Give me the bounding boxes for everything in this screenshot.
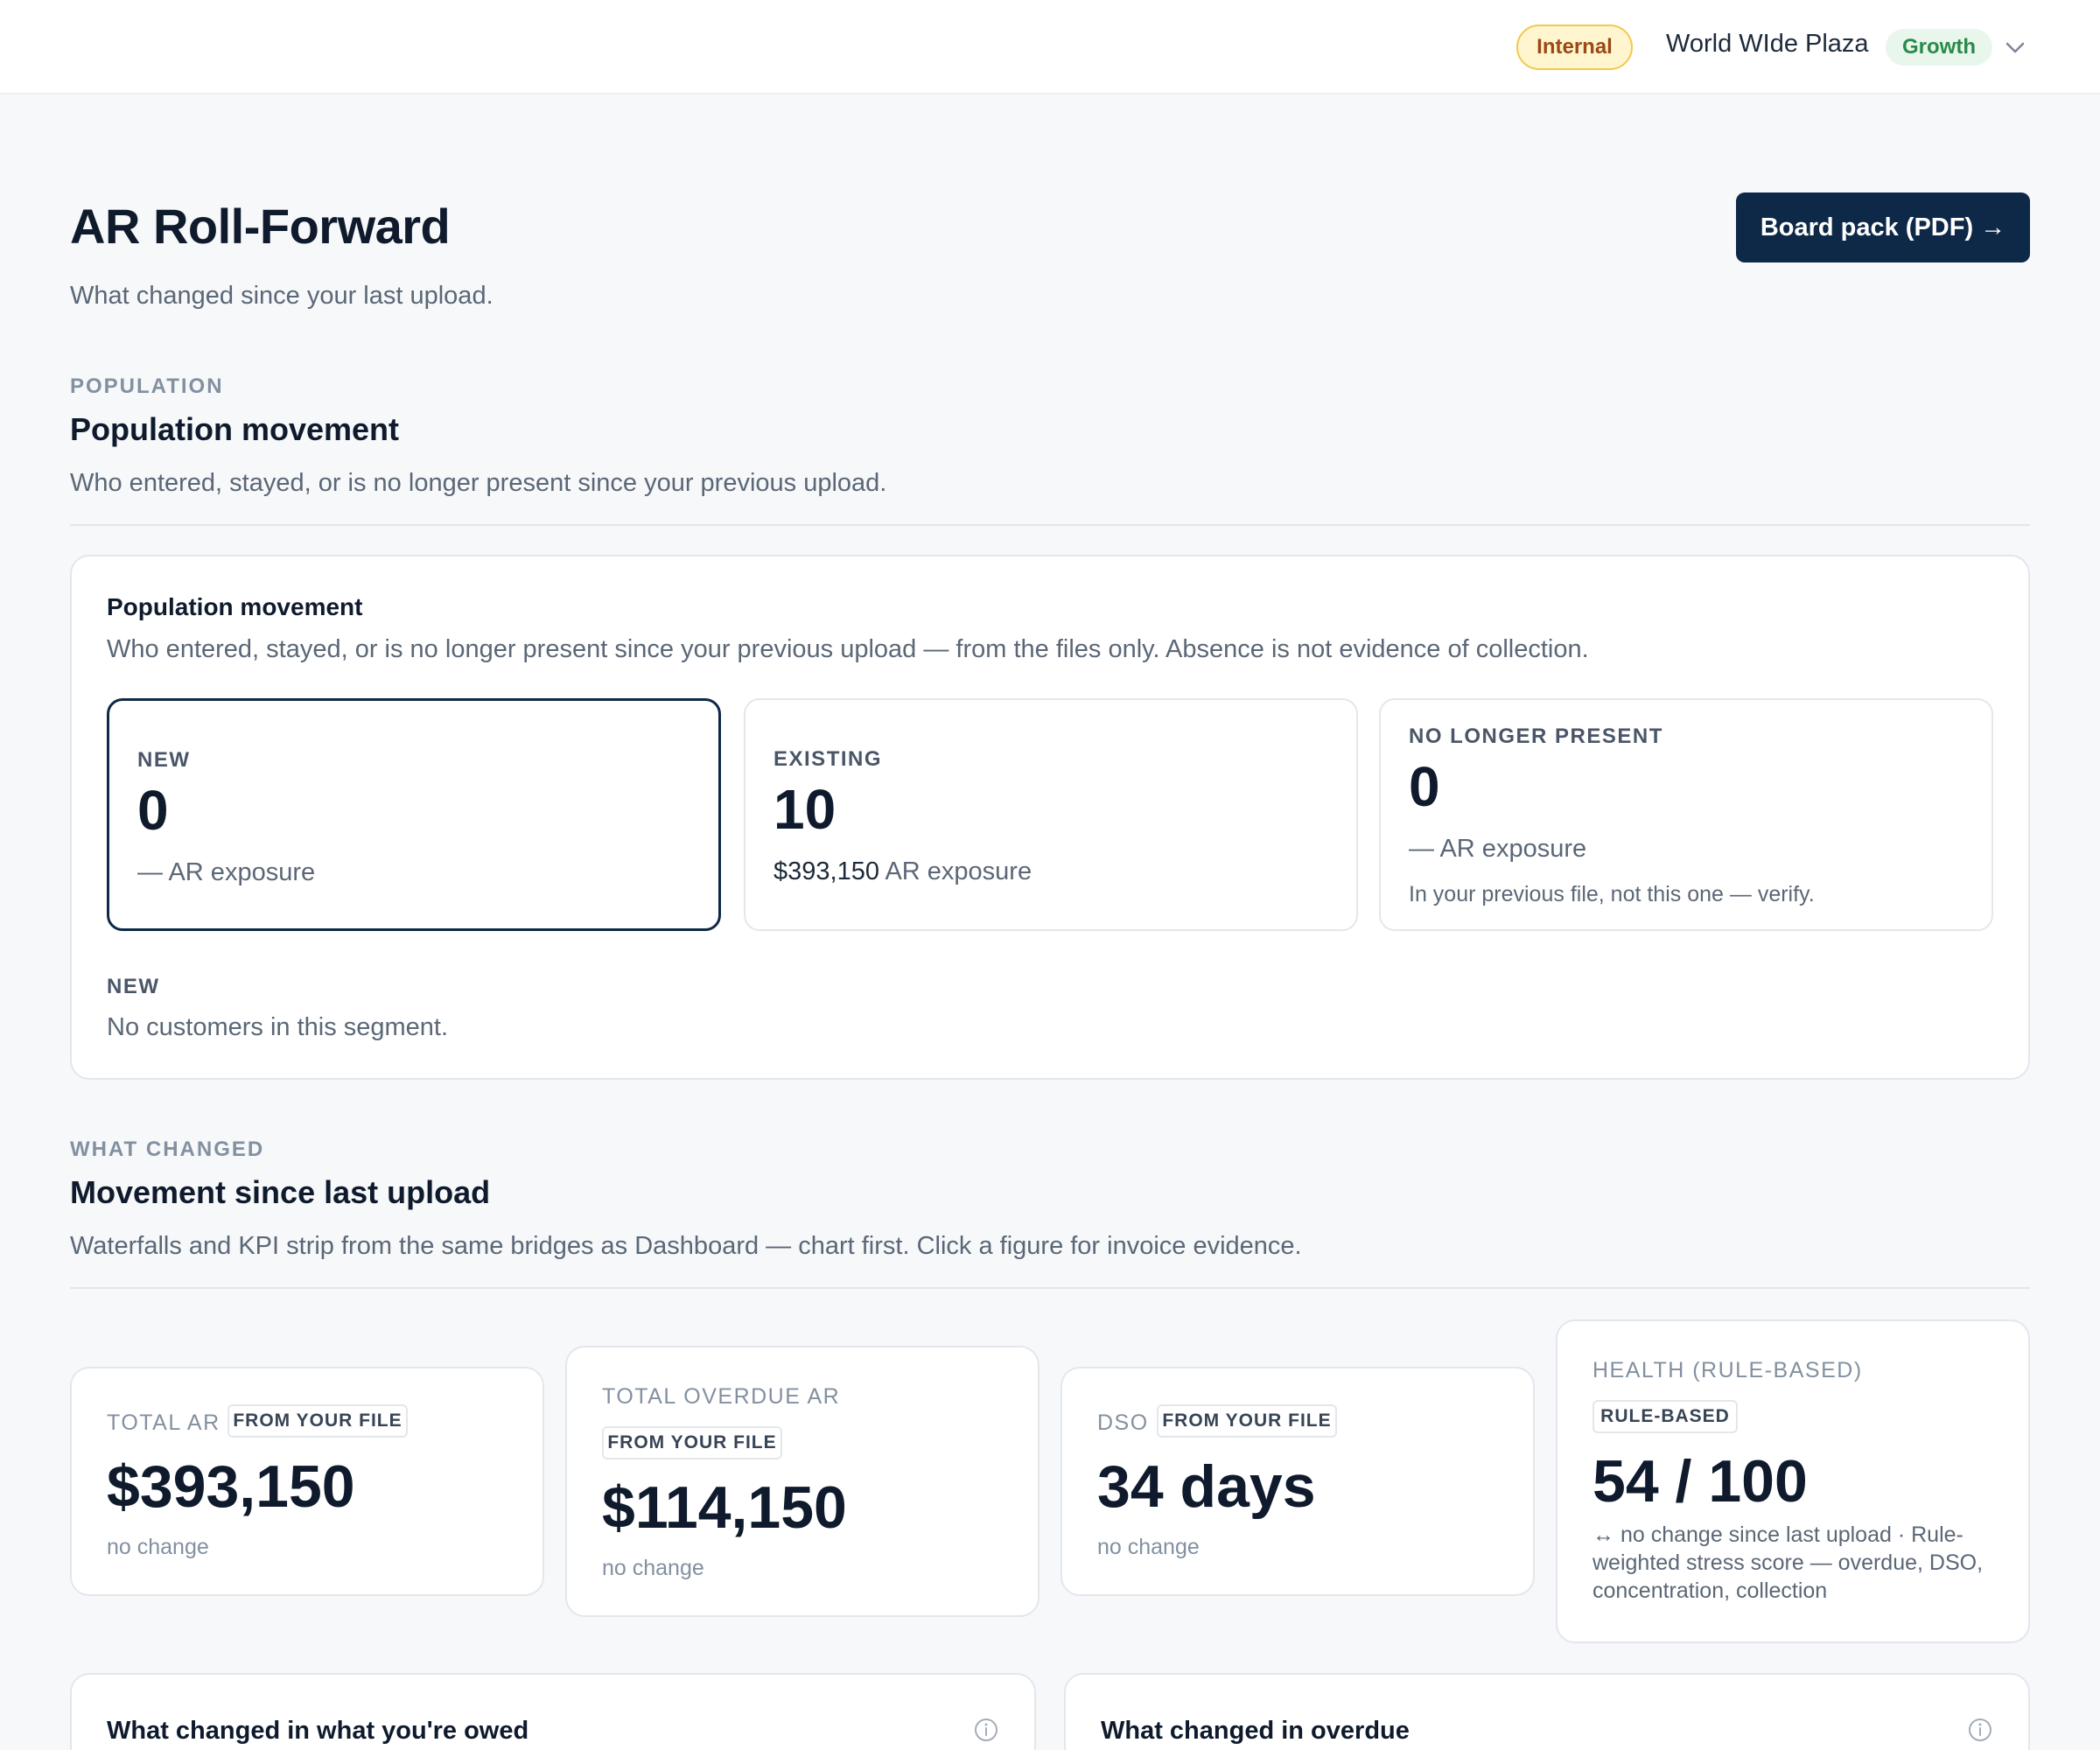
kpi-overdue-ar[interactable]: TOTAL OVERDUE AR FROM YOUR FILE $114,150… <box>565 1346 1040 1617</box>
kpi-total-ar-value[interactable]: $393,150 <box>107 1452 355 1521</box>
tile-gone-label: NO LONGER PRESENT <box>1409 724 1663 748</box>
tile-gone-note: In your previous file, not this one — ve… <box>1409 882 1815 906</box>
tile-gone-exposure: — AR exposure <box>1409 835 1586 864</box>
kpi-total-ar-tag: FROM YOUR FILE <box>228 1404 408 1438</box>
tile-new-exposure: — AR exposure <box>137 858 315 887</box>
section-divider <box>70 1287 2030 1289</box>
kpi-dso[interactable]: DSO FROM YOUR FILE 34 days no change <box>1060 1367 1535 1596</box>
population-card: Population movement Who entered, stayed,… <box>70 555 2030 1080</box>
owed-change-title: What changed in what you're owed <box>107 1717 529 1745</box>
top-bar: Internal World WIde Plaza Growth <box>0 0 2100 94</box>
segment-label: NEW <box>107 975 160 998</box>
tile-existing[interactable]: EXISTING 10 $393,150 AR exposure <box>744 698 1358 931</box>
page-subtitle: What changed since your last upload. <box>70 282 494 310</box>
population-section-title: Population movement <box>70 411 400 447</box>
tile-existing-count: 10 <box>774 778 836 841</box>
changes-eyebrow: WHAT CHANGED <box>70 1138 265 1161</box>
tile-new-count: 0 <box>137 779 169 842</box>
plan-badge: Growth <box>1886 29 1992 66</box>
board-pack-button[interactable]: Board pack (PDF) → <box>1736 192 2030 262</box>
kpi-total-ar[interactable]: TOTAL AR FROM YOUR FILE $393,150 no chan… <box>70 1367 544 1596</box>
kpi-dso-label: DSO <box>1097 1410 1149 1435</box>
overdue-change-title: What changed in overdue <box>1101 1717 1410 1745</box>
kpi-total-ar-label: TOTAL AR <box>107 1410 220 1435</box>
chevron-down-icon[interactable] <box>2003 35 2027 60</box>
segment-empty-message: No customers in this segment. <box>107 1013 449 1041</box>
info-icon[interactable] <box>973 1717 999 1743</box>
info-icon[interactable] <box>1967 1717 1993 1743</box>
environment-badge: Internal <box>1516 24 1633 70</box>
kpi-overdue-ar-value[interactable]: $114,150 <box>602 1474 847 1542</box>
kpi-health-tag: RULE-BASED <box>1592 1400 1738 1433</box>
tile-gone-count: 0 <box>1409 755 1440 818</box>
kpi-health-note: ↔ no change since last upload · Rule-wei… <box>1592 1522 1984 1603</box>
organization-name[interactable]: World WIde Plaza <box>1666 30 1869 59</box>
tile-existing-label: EXISTING <box>774 747 883 771</box>
kpi-overdue-ar-tag: FROM YOUR FILE <box>602 1426 782 1460</box>
kpi-health-value[interactable]: 54 / 100 <box>1592 1447 1808 1516</box>
tile-new-exposure-label: AR exposure <box>168 858 316 886</box>
kpi-total-ar-change: no change <box>107 1535 209 1559</box>
kpi-dso-tag: FROM YOUR FILE <box>1157 1404 1337 1438</box>
tile-new-label: NEW <box>137 748 191 772</box>
population-card-title: Population movement <box>107 593 363 620</box>
population-section-description: Who entered, stayed, or is no longer pre… <box>70 469 887 497</box>
tile-gone-exposure-label: AR exposure <box>1439 835 1587 863</box>
tile-existing-exposure-label: AR exposure <box>885 858 1032 886</box>
changes-section-description: Waterfalls and KPI strip from the same b… <box>70 1232 1302 1260</box>
changes-section-title: Movement since last upload <box>70 1174 491 1210</box>
kpi-dso-change: no change <box>1097 1535 1200 1559</box>
tile-new-exposure-value: — <box>137 858 163 886</box>
kpi-overdue-ar-change: no change <box>602 1556 704 1580</box>
tile-gone-exposure-value: — <box>1409 835 1434 863</box>
overdue-change-card: What changed in overdue <box>1064 1673 2030 1750</box>
kpi-health[interactable]: HEALTH (RULE-BASED) RULE-BASED 54 / 100 … <box>1556 1320 2030 1643</box>
population-card-description: Who entered, stayed, or is no longer pre… <box>107 635 1589 663</box>
section-divider <box>70 524 2030 526</box>
owed-change-card: What changed in what you're owed <box>70 1673 1036 1750</box>
page-title: AR Roll-Forward <box>70 199 451 254</box>
tile-no-longer-present[interactable]: NO LONGER PRESENT 0 — AR exposure In you… <box>1379 698 1993 931</box>
kpi-health-label: HEALTH (RULE-BASED) <box>1592 1358 1863 1382</box>
kpi-dso-value[interactable]: 34 days <box>1097 1452 1316 1521</box>
kpi-overdue-ar-label: TOTAL OVERDUE AR <box>602 1384 841 1409</box>
tile-new[interactable]: NEW 0 — AR exposure <box>107 698 721 931</box>
tile-existing-exposure-value: $393,150 <box>774 858 879 886</box>
tile-existing-exposure: $393,150 AR exposure <box>774 858 1032 886</box>
population-eyebrow: POPULATION <box>70 374 224 398</box>
